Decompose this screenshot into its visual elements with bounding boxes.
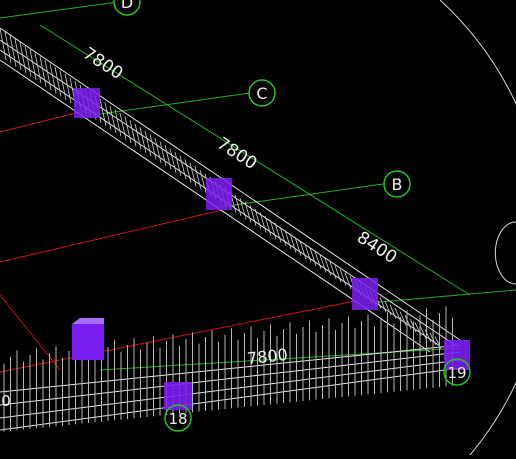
beam-hatch-line	[264, 215, 272, 236]
beam-hatch-line	[404, 315, 412, 329]
grid-bubble-19-label: 19	[447, 364, 466, 382]
grid-bubble-c[interactable]: C	[248, 79, 276, 107]
grid-bubble-b-label: B	[392, 175, 403, 194]
dimension-8400: 8400	[353, 228, 400, 268]
column-d[interactable]	[74, 88, 100, 118]
grid-bubble-b[interactable]: B	[383, 170, 411, 198]
green-grid-lines	[0, 1, 516, 371]
grid-bubble-d-label: D	[121, 0, 133, 12]
grid-bubble-d[interactable]: D	[113, 0, 141, 16]
column-isolated-top	[72, 318, 104, 324]
column-isolated[interactable]	[72, 324, 104, 360]
grid-bubble-c-label: C	[256, 84, 267, 103]
red-grid-lines	[0, 109, 361, 373]
beam-hatch-line	[244, 201, 252, 223]
dimension-7800-middle: 7800	[213, 134, 260, 174]
column-c[interactable]	[206, 178, 232, 210]
beam-hatch-line	[234, 194, 242, 217]
dimension-7800-top: 7800	[79, 44, 126, 84]
beam-hatch-line	[259, 212, 267, 233]
beam-hatch-line	[239, 198, 247, 220]
beam-hatch-line	[389, 304, 397, 319]
cad-3d-viewport[interactable]: 7800 7800 8400 7800 0 D C B 18 19	[0, 0, 516, 456]
column-b[interactable]	[352, 278, 378, 310]
beam-hatch-line	[309, 247, 317, 266]
beam-hatch-line	[424, 329, 432, 343]
beam-hatch-line	[254, 208, 262, 230]
dimension-7800-bottom: 7800	[246, 345, 288, 368]
dimension-partial-left: 0	[1, 392, 11, 410]
beam-hatch-line	[419, 325, 427, 339]
beam-hatch-line	[249, 205, 257, 227]
orbit-handle[interactable]	[494, 221, 516, 285]
grid-bubble-18-label: 18	[168, 410, 187, 428]
beam-hatch-line	[379, 297, 387, 313]
column-18[interactable]	[164, 382, 192, 410]
